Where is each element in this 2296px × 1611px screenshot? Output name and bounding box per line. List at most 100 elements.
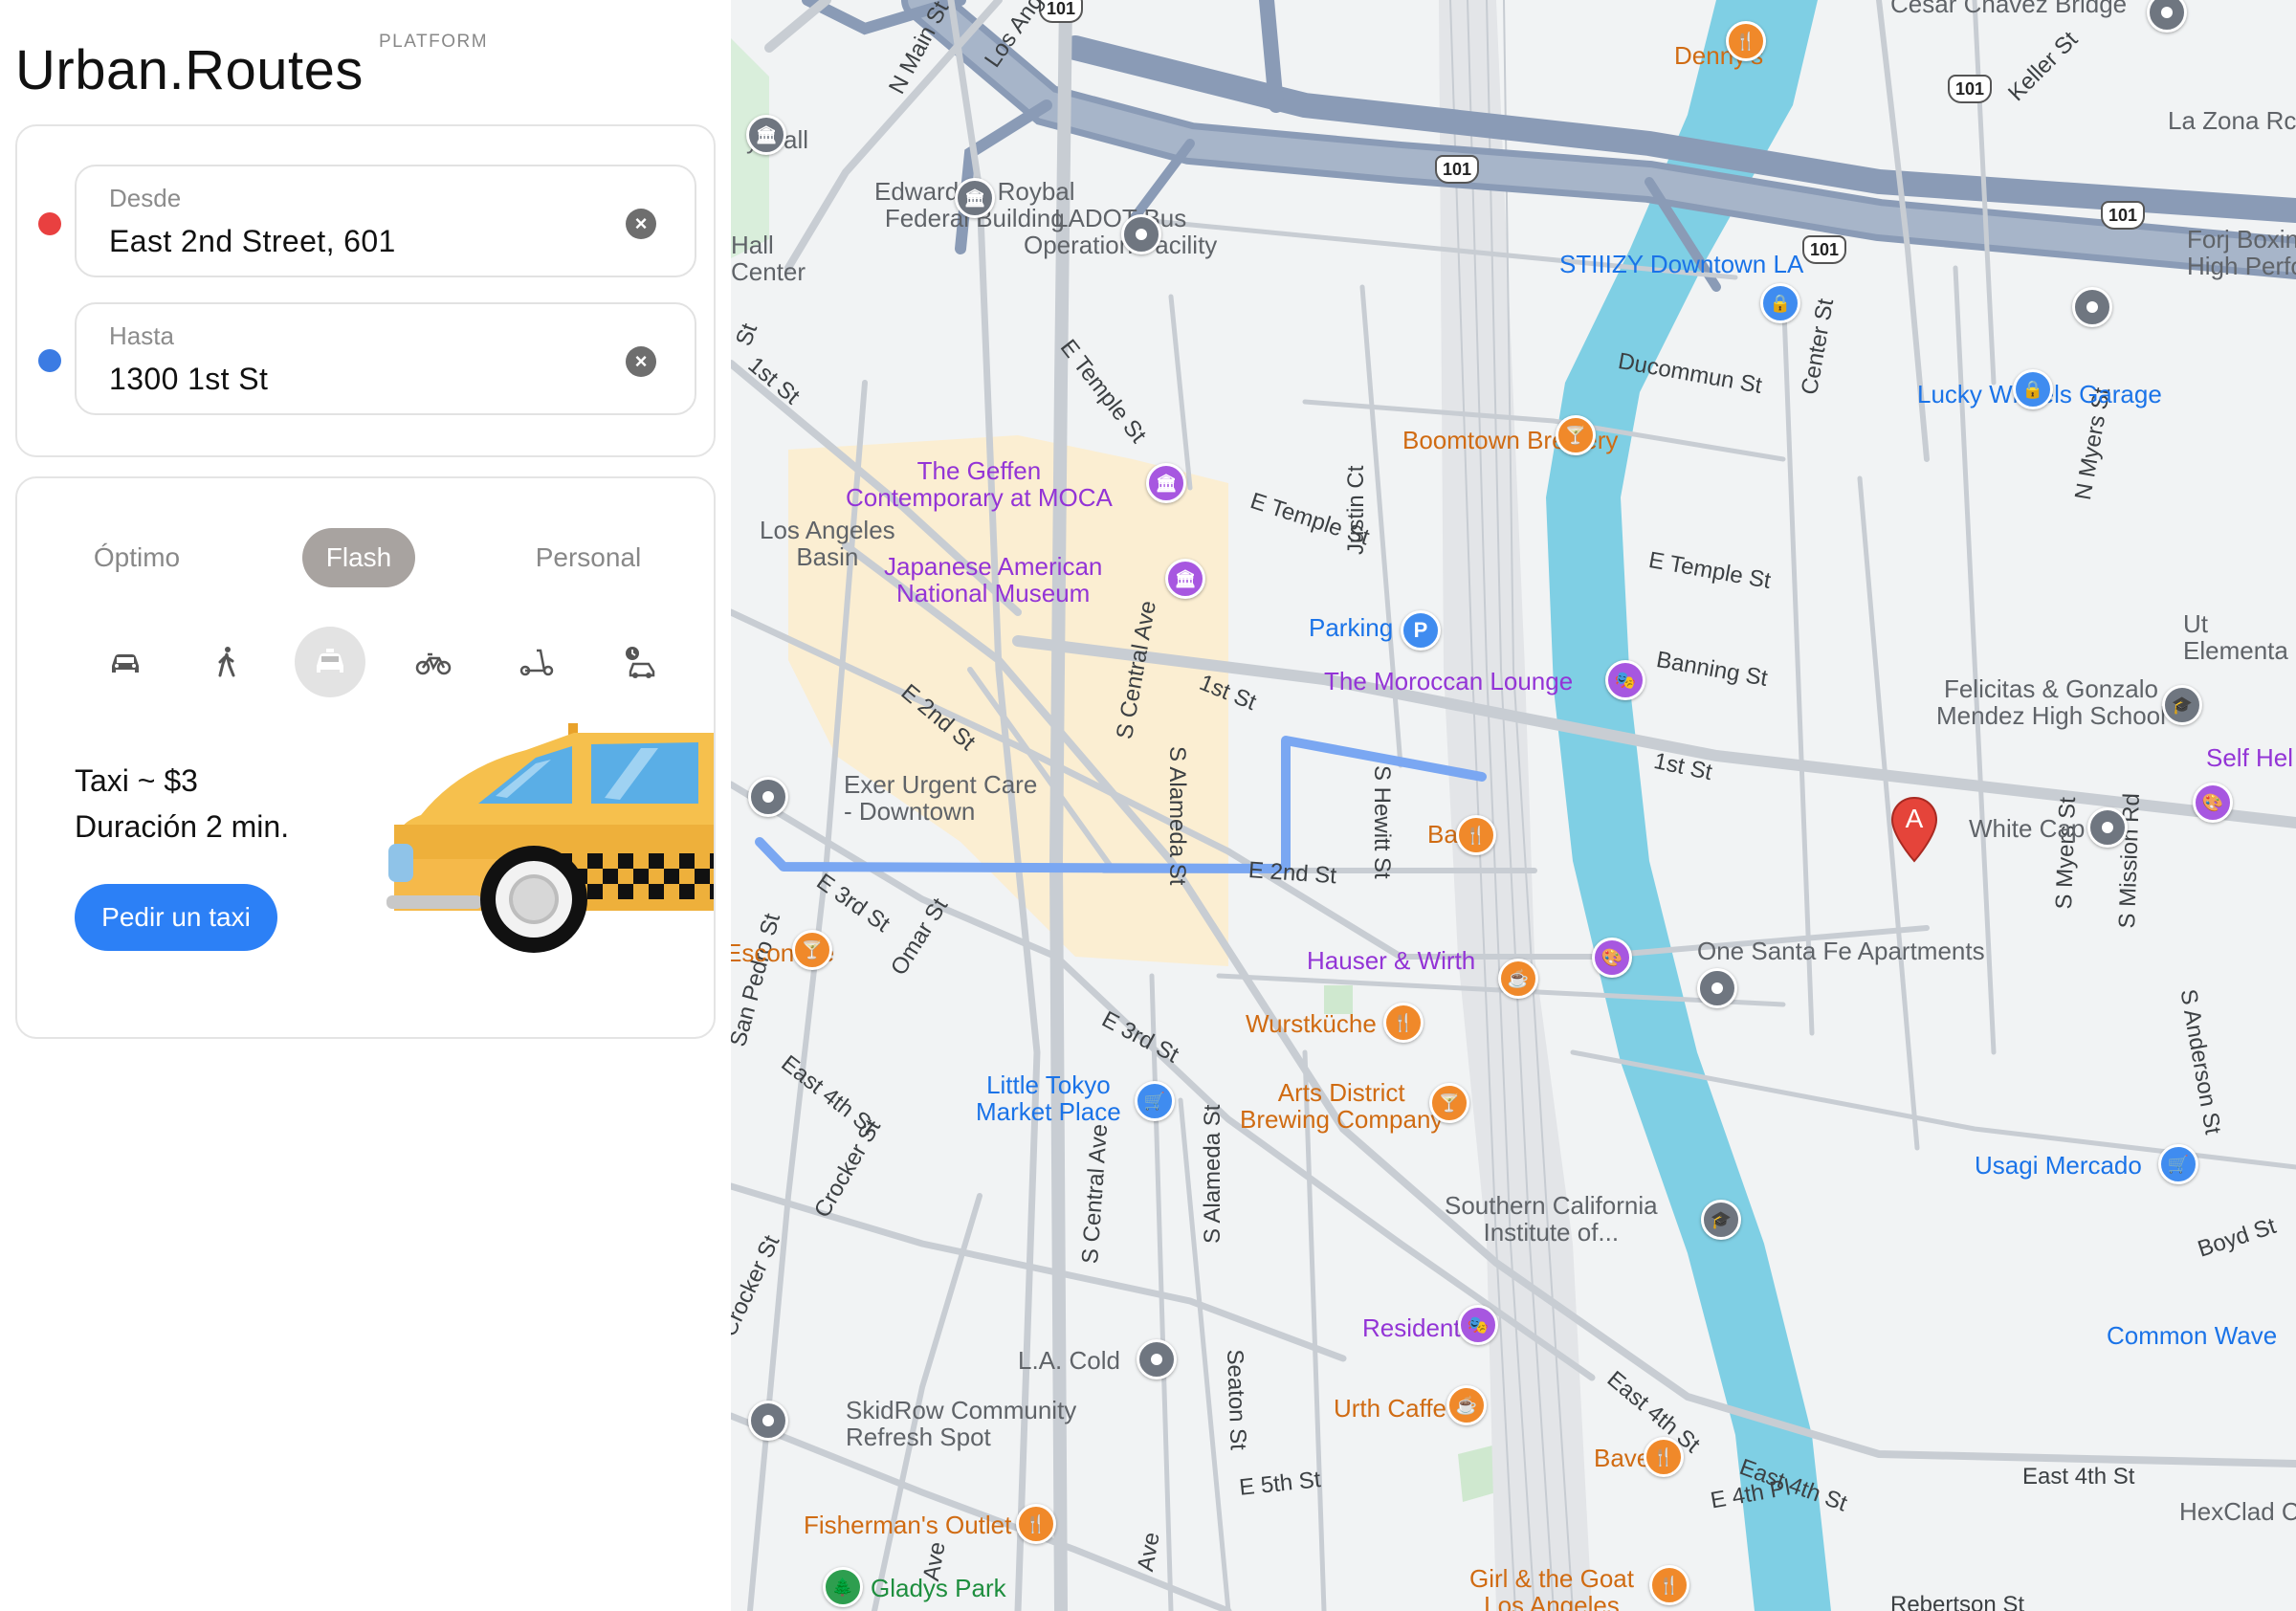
brand-logo: Urban.Routes	[15, 39, 364, 101]
place-label-la-cold[interactable]: L.A. Cold	[1018, 1347, 1120, 1374]
pin-dot-icon	[2161, 7, 2173, 18]
museum-icon[interactable]: 🏛	[1146, 463, 1186, 503]
place-label-forj[interactable]: Forj Boxin High Perfo	[2187, 226, 2296, 279]
place-label-felicitas[interactable]: Felicitas & Gonzalo Mendez High School	[1936, 675, 2166, 729]
mode-taxi[interactable]	[295, 627, 365, 697]
street-label-s-alameda-2: S Alameda St	[1200, 1104, 1225, 1244]
bar-icon[interactable]: 🍸	[1556, 415, 1596, 455]
mode-car[interactable]	[90, 627, 161, 697]
mode-drive-later[interactable]	[605, 627, 675, 697]
clear-from-icon[interactable]: ×	[626, 209, 656, 239]
art-icon[interactable]: 🎨	[1592, 938, 1632, 978]
place-label-hexclad[interactable]: HexClad C	[2179, 1498, 2296, 1525]
lock-icon[interactable]: 🔒	[1760, 283, 1800, 323]
place-icon[interactable]	[748, 777, 788, 817]
bike-icon	[415, 652, 452, 675]
place-label-stiiizy[interactable]: STIIIZY Downtown LA	[1559, 251, 1803, 277]
place-icon[interactable]	[2072, 287, 2112, 327]
school-icon[interactable]: 🎓	[1701, 1200, 1741, 1240]
place-label-la-basin[interactable]: Los Angeles Basin	[760, 517, 895, 570]
place-label-geffen[interactable]: The Geffen Contemporary at MOCA	[846, 457, 1113, 511]
place-label-arts-district[interactable]: Arts District Brewing Company	[1240, 1079, 1443, 1133]
place-label-little-tokyo[interactable]: Little Tokyo Market Place	[976, 1071, 1121, 1125]
mode-scooter[interactable]	[501, 627, 572, 697]
mode-walk[interactable]	[191, 627, 262, 697]
place-label-la-zona[interactable]: La Zona Rc	[2168, 107, 2296, 134]
place-label-gladys[interactable]: Gladys Park	[871, 1575, 1006, 1601]
pin-dot-icon	[2086, 301, 2098, 313]
park-icon[interactable]: 🌲	[823, 1567, 863, 1607]
ride-options-card: Óptimo Flash Personal Taxi ~ $3 Duración…	[15, 476, 716, 1039]
place-icon[interactable]	[1121, 214, 1161, 254]
place-label-hall-center[interactable]: Hall Center	[731, 232, 806, 285]
restaurant-icon[interactable]: 🍴	[1649, 1565, 1689, 1605]
place-label-girl-goat[interactable]: Girl & the Goat Los Angeles	[1469, 1565, 1634, 1611]
theater-icon[interactable]: 🎭	[1605, 660, 1645, 700]
taxi-illustration	[383, 710, 714, 974]
place-label-parking[interactable]: Parking	[1309, 614, 1393, 641]
marker-a[interactable]: A	[1890, 796, 1938, 863]
restaurant-icon[interactable]: 🍴	[1726, 21, 1766, 61]
place-label-common-wave[interactable]: Common Wave	[2107, 1322, 2277, 1349]
scooter-icon	[519, 649, 554, 676]
from-field[interactable]: Desde ×	[75, 165, 696, 277]
mode-bike[interactable]	[398, 627, 469, 697]
place-icon[interactable]	[2087, 807, 2128, 848]
bar-icon[interactable]: 🍸	[1429, 1083, 1469, 1123]
restaurant-icon[interactable]: 🍴	[1644, 1437, 1684, 1477]
place-label-resident[interactable]: Resident	[1362, 1314, 1461, 1341]
restaurant-icon[interactable]: 🍴	[1383, 1003, 1424, 1043]
place-label-skid-row[interactable]: SkidRow Community Refresh Spot	[846, 1397, 1076, 1450]
place-label-elementa[interactable]: Ut Elementa	[2183, 610, 2288, 664]
art-icon[interactable]: 🎨	[2193, 783, 2233, 823]
museum-icon[interactable]: 🏛	[1165, 559, 1205, 599]
place-label-usagi[interactable]: Usagi Mercado	[1975, 1152, 2142, 1179]
tab-personal[interactable]: Personal	[507, 528, 670, 587]
map-view[interactable]: 101 101 101 101 101 A B N Main StLos Ang…	[731, 0, 2296, 1611]
place-label-moroccan[interactable]: The Moroccan Lounge	[1324, 668, 1573, 695]
place-icon[interactable]	[1697, 968, 1737, 1008]
cafe-icon[interactable]: ☕	[1446, 1385, 1487, 1425]
place-label-exer[interactable]: Exer Urgent Care - Downtown	[844, 771, 1037, 825]
order-taxi-button[interactable]: Pedir un taxi	[75, 884, 277, 951]
tab-flash[interactable]: Flash	[302, 528, 415, 587]
place-label-fishermans[interactable]: Fisherman's Outlet	[804, 1512, 1011, 1538]
shopping-icon[interactable]: 🛒	[1135, 1081, 1175, 1121]
walk-icon	[218, 647, 235, 677]
from-input[interactable]	[109, 220, 607, 262]
street-label-s-hewitt: S Hewitt St	[1369, 765, 1395, 879]
street-label-seaton: Seaton St	[1222, 1349, 1251, 1451]
museum-icon[interactable]: 🏛	[746, 115, 786, 155]
tab-optimo[interactable]: Óptimo	[65, 528, 209, 587]
place-label-sci-arc[interactable]: Southern California Institute of...	[1445, 1192, 1658, 1246]
shopping-icon[interactable]: 🛒	[2158, 1144, 2198, 1184]
cafe-icon[interactable]: ☕	[1498, 959, 1538, 999]
destination-dot-icon	[38, 349, 61, 372]
to-input[interactable]	[109, 358, 607, 400]
brand-tag: PLATFORM	[379, 32, 489, 52]
marker-a-label: A	[1905, 804, 1924, 833]
highway-shield: 101	[1948, 75, 1992, 103]
lock-icon[interactable]: 🔒	[2013, 369, 2053, 409]
restaurant-icon[interactable]: 🍴	[1016, 1504, 1056, 1544]
place-label-janm[interactable]: Japanese American National Museum	[884, 553, 1102, 607]
building-icon[interactable]: 🏛	[955, 178, 995, 218]
restaurant-icon[interactable]: 🍴	[1456, 815, 1496, 855]
to-field[interactable]: Hasta ×	[75, 302, 696, 415]
place-label-hauser[interactable]: Hauser & Wirth	[1307, 947, 1475, 974]
place-label-urth[interactable]: Urth Caffe	[1334, 1395, 1446, 1422]
place-icon[interactable]	[748, 1401, 788, 1441]
parking-icon[interactable]: P	[1401, 610, 1441, 651]
highway-shield: 101	[1802, 235, 1846, 264]
place-label-white-cap[interactable]: White Cap	[1969, 815, 2085, 842]
school-icon[interactable]: 🎓	[2162, 685, 2202, 725]
place-label-self-help[interactable]: Self Hel	[2206, 744, 2293, 771]
fare-info: Taxi ~ $3 Duración 2 min.	[75, 758, 289, 850]
place-icon[interactable]	[1137, 1339, 1177, 1379]
place-label-wurstkuche[interactable]: Wurstküche	[1246, 1010, 1377, 1037]
place-label-one-santa-fe[interactable]: One Santa Fe Apartments	[1697, 938, 1985, 964]
clear-to-icon[interactable]: ×	[626, 346, 656, 377]
bar-icon[interactable]: 🍸	[792, 930, 832, 970]
theater-icon[interactable]: 🎭	[1458, 1305, 1498, 1345]
place-label-cesar[interactable]: Cesar Chavez Bridge	[1890, 0, 2127, 17]
